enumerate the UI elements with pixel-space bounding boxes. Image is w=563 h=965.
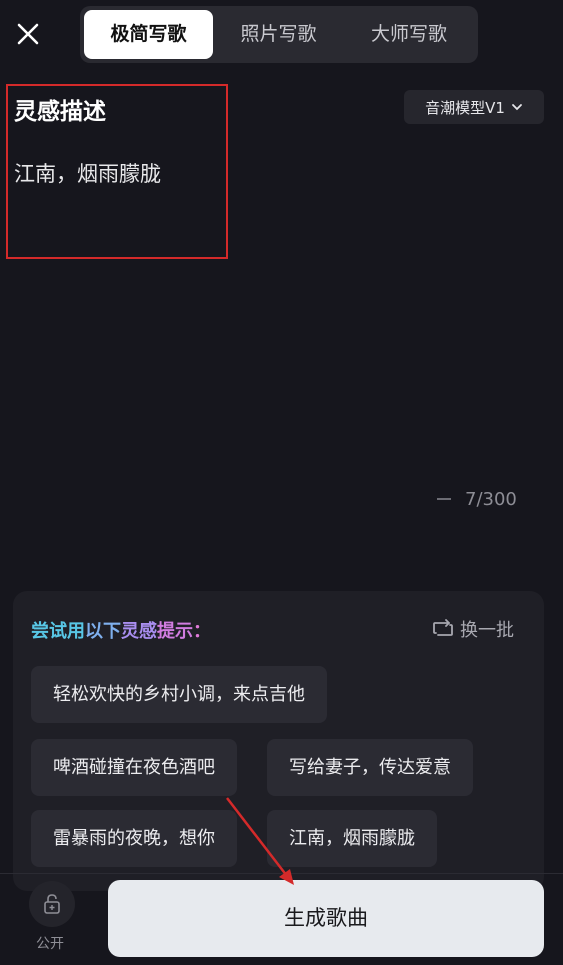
chevron-down-icon (512, 104, 522, 111)
generate-song-button[interactable]: 生成歌曲 (108, 880, 544, 957)
suggestion-hint: 尝试用以下灵感提示： (31, 617, 211, 643)
tab-master[interactable]: 大师写歌 (344, 10, 474, 59)
annotation-box (6, 84, 228, 259)
hint-part: 以下 (85, 621, 121, 642)
public-label: 公开 (36, 936, 64, 952)
refresh-button[interactable]: 换一批 (432, 616, 514, 642)
hint-part: 尝试用 (31, 621, 85, 642)
visibility-toggle[interactable] (29, 881, 75, 927)
refresh-icon (433, 619, 453, 636)
suggestion-chip[interactable]: 江南，烟雨朦胧 (267, 810, 437, 867)
tab-minimal[interactable]: 极简写歌 (84, 10, 213, 59)
lock-icon (44, 894, 60, 914)
hint-part: 提示 (157, 621, 193, 642)
char-counter: 7/300 (465, 489, 517, 510)
suggestion-chip[interactable]: 雷暴雨的夜晚，想你 (31, 810, 237, 867)
close-icon (17, 23, 39, 45)
model-label: 音潮模型V1 (425, 98, 505, 117)
mode-tabs: 极简写歌 照片写歌 大师写歌 (80, 6, 478, 63)
refresh-label: 换一批 (460, 620, 514, 641)
close-button[interactable] (14, 20, 42, 48)
tab-photo[interactable]: 照片写歌 (214, 10, 343, 59)
hint-part: ： (193, 621, 211, 642)
suggestion-chip[interactable]: 写给妻子，传达爱意 (267, 739, 473, 796)
suggestion-chip[interactable]: 啤酒碰撞在夜色酒吧 (31, 739, 237, 796)
suggestion-chip[interactable]: 轻松欢快的乡村小调，来点吉他 (31, 666, 327, 723)
model-select[interactable]: 音潮模型V1 (404, 90, 544, 124)
counter-divider (437, 498, 451, 500)
hint-part: 灵感 (121, 621, 157, 642)
footer-divider (0, 873, 563, 874)
